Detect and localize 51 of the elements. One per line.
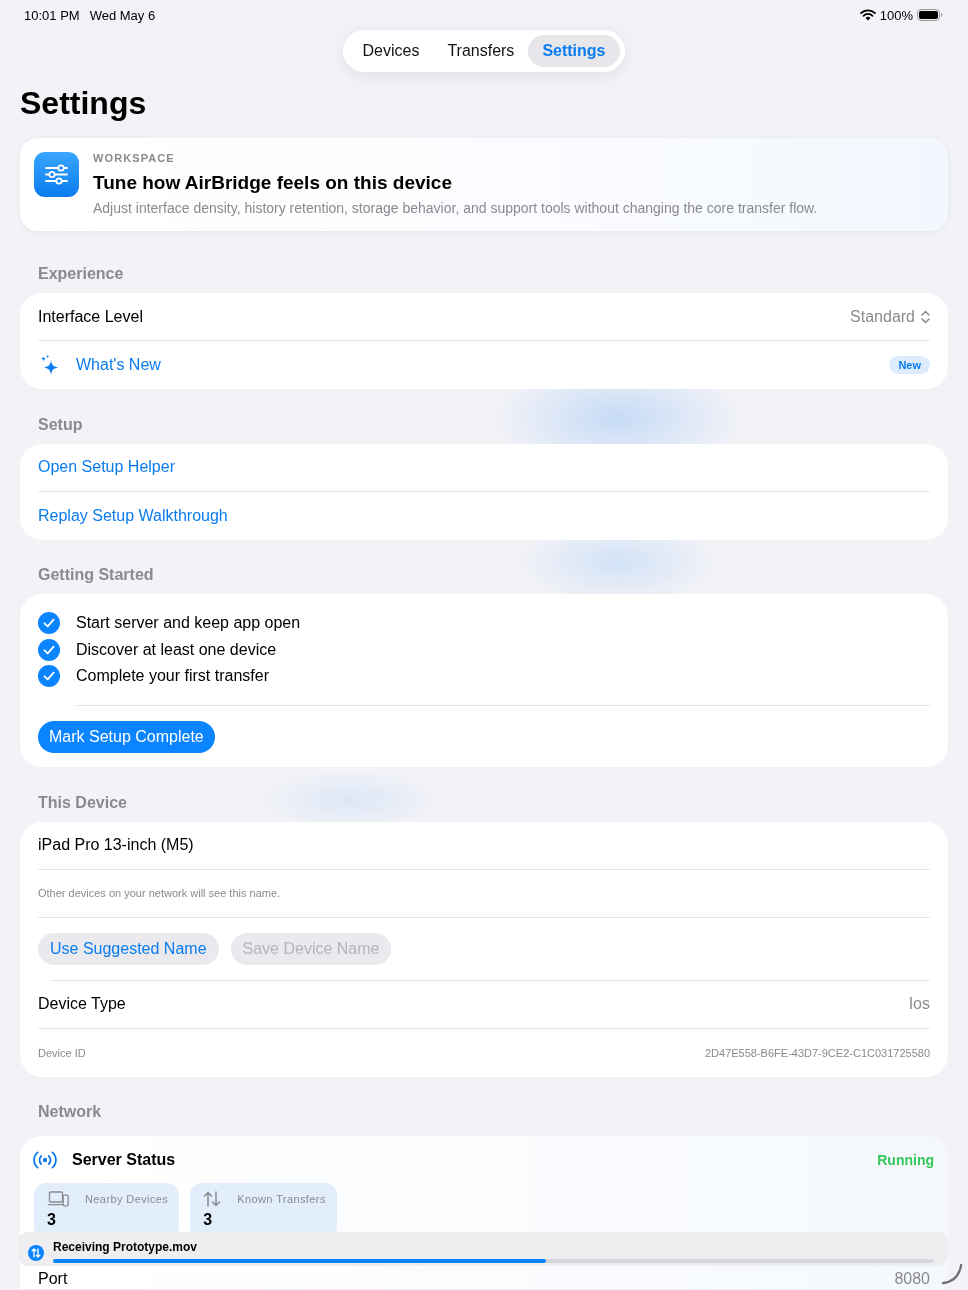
sliders-icon <box>34 152 79 197</box>
mark-complete-button[interactable]: Mark Setup Complete <box>38 721 215 753</box>
field-hint: Other devices on your network will see this name. <box>38 887 281 899</box>
setting-value: Ios <box>908 995 930 1013</box>
radio-waves-icon <box>32 1149 58 1170</box>
battery-icon <box>917 9 943 21</box>
tab[interactable]: Transfers <box>433 35 529 67</box>
step-label: Discover at least one device <box>76 640 277 659</box>
section-header: Setup <box>38 414 83 435</box>
tab[interactable]: Settings <box>528 35 620 67</box>
setting-value: 2D47E558-B6FE-43D7-9CE2-C1C031725580 <box>704 1046 930 1059</box>
interface-level-picker[interactable]: Standard <box>850 307 930 326</box>
stat-value: 3 <box>47 1210 56 1230</box>
resize-handle-icon[interactable] <box>941 1263 963 1285</box>
transfer-title: Receiving Prototype.mov <box>53 1240 198 1256</box>
status-date: Wed May 6 <box>89 7 156 23</box>
status-time: 10:01 PM <box>24 7 80 23</box>
battery-percentage: 100% <box>879 7 913 23</box>
whats-new-link[interactable]: What's New <box>38 354 161 376</box>
new-badge: New <box>889 356 930 374</box>
section-header: Getting Started <box>38 565 154 585</box>
section-header: Experience <box>38 264 124 284</box>
setting-label: Interface Level <box>38 307 143 326</box>
stat-label: Known Transfers <box>237 1193 326 1205</box>
section-header: This Device <box>38 792 127 813</box>
setup-link[interactable]: Replay Setup Walkthrough <box>38 506 228 525</box>
setting-label: Device Type <box>38 995 126 1013</box>
setting-label: Port <box>38 1271 68 1287</box>
up-down-arrows-icon <box>203 1191 222 1207</box>
step-label: Start server and keep app open <box>76 614 301 633</box>
stat-value: 3 <box>203 1210 213 1230</box>
tab[interactable]: Devices <box>348 35 434 67</box>
wifi-icon <box>859 9 876 21</box>
suggested-name-button[interactable]: Use Suggested Name <box>38 932 219 965</box>
section-header: Network <box>38 1102 102 1122</box>
setting-value: 8080 <box>894 1271 930 1287</box>
device-name-field[interactable]: iPad Pro 13-inch (M5) <box>38 821 930 869</box>
step-label: Complete your first transfer <box>76 667 269 686</box>
laptop-phone-icon <box>47 1191 69 1207</box>
setting-label: Device ID <box>38 1046 86 1059</box>
server-status-value: Running <box>877 1151 934 1168</box>
header-title: Tune how AirBridge feels on this device <box>93 171 453 194</box>
stat-label: Nearby Devices <box>85 1193 169 1205</box>
header-description: Adjust interface density, history retention, storage behavior, and support tools without changing the core transfer flow. <box>93 200 818 217</box>
section-eyebrow: WORKSPACE <box>93 152 176 165</box>
page-title: Settings <box>20 84 147 122</box>
server-status-label: Server Status <box>72 1150 176 1169</box>
transfer-arrows-icon <box>28 1245 44 1261</box>
chevron-up-down-icon <box>921 309 930 324</box>
setup-link[interactable]: Open Setup Helper <box>38 458 175 476</box>
sparkle-icon <box>40 354 58 376</box>
